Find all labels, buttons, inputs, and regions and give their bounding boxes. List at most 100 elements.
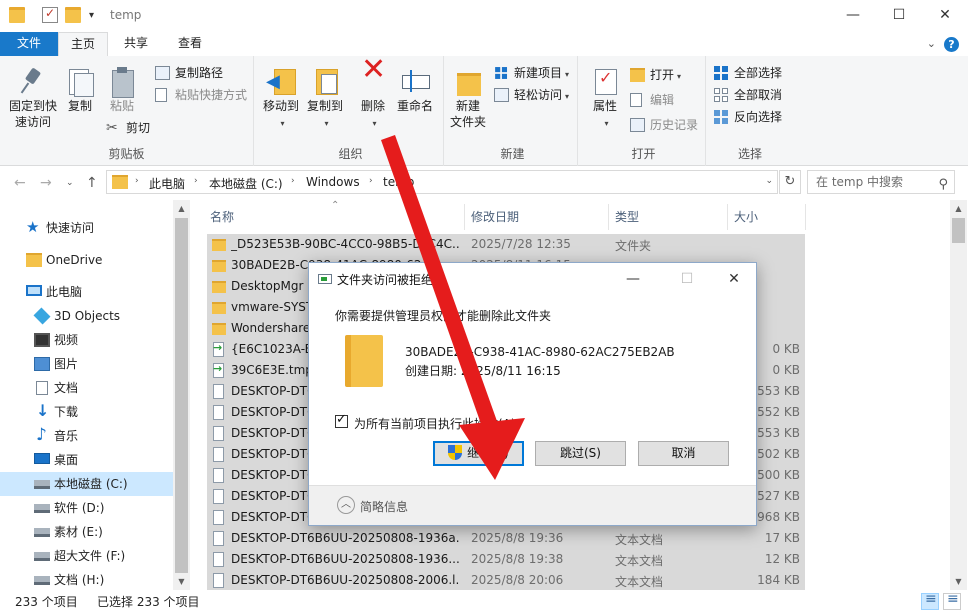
new-item-button[interactable]: 新建项目 ▾ — [494, 63, 569, 83]
dialog-minimize-button[interactable]: — — [615, 266, 651, 292]
column-header-date[interactable]: 修改日期 — [471, 204, 519, 230]
open-button[interactable]: 打开 ▾ — [630, 65, 681, 85]
nav-item-music[interactable]: 音乐 — [0, 423, 173, 448]
apply-all-checkbox[interactable] — [335, 412, 348, 428]
column-header-name[interactable]: 名称 — [210, 204, 234, 230]
search-icon[interactable]: ⚲ — [938, 174, 948, 196]
tab-file[interactable]: 文件 — [0, 32, 58, 56]
chevron-right-icon[interactable]: › — [135, 176, 139, 186]
file-row[interactable]: DESKTOP-DT6B6UU-20250808-1936... 2025/8/8… — [207, 549, 805, 570]
tab-view[interactable]: 查看 — [164, 32, 216, 56]
history-button[interactable]: 历史记录 — [630, 115, 698, 135]
select-none-button[interactable]: 全部取消 — [714, 85, 782, 105]
ribbon-collapse-icon[interactable]: ⌄ — [927, 37, 936, 50]
rename-button[interactable]: 重命名 — [394, 66, 436, 114]
chevron-right-icon[interactable]: › — [194, 176, 198, 186]
nav-item-documents[interactable]: 文档 — [0, 376, 173, 400]
move-to-button[interactable]: 移动到 ▾ — [260, 66, 302, 132]
new-folder-button[interactable]: 新建 文件夹 — [448, 66, 488, 130]
continue-button[interactable]: 继续(C) — [433, 441, 524, 466]
scrollbar-thumb[interactable] — [175, 218, 188, 573]
column-header-type[interactable]: 类型 — [615, 204, 639, 230]
nav-item-local-disk-c[interactable]: 本地磁盘 (C:) — [0, 472, 173, 496]
column-divider[interactable] — [464, 204, 465, 230]
properties-quick-icon[interactable] — [42, 6, 58, 23]
chevron-right-icon[interactable]: › — [369, 176, 373, 186]
breadcrumb-this-pc[interactable]: 此电脑 — [149, 175, 185, 192]
invert-selection-button[interactable]: 反向选择 — [714, 107, 782, 127]
scrollbar-thumb[interactable] — [952, 218, 965, 243]
nav-item-drive-f[interactable]: 超大文件 (F:) — [0, 544, 173, 568]
close-button[interactable]: ✕ — [922, 0, 968, 32]
dialog-title: 文件夹访问被拒绝 — [337, 273, 434, 287]
nav-item-downloads[interactable]: 下载 — [0, 399, 173, 424]
search-box[interactable]: ⚲ — [807, 170, 955, 194]
scroll-up-icon[interactable]: ▲ — [950, 200, 967, 217]
tab-home[interactable]: 主页 — [58, 32, 108, 56]
address-dropdown-icon[interactable]: ⌄ — [765, 176, 773, 186]
dialog-close-button[interactable]: ✕ — [716, 266, 752, 292]
scroll-up-icon[interactable]: ▲ — [173, 200, 190, 217]
file-row[interactable]: _D523E53B-90BC-4CC0-98B5-D_C4C... 2025/7/… — [207, 234, 805, 255]
minimize-button[interactable]: — — [830, 0, 876, 32]
nav-item-onedrive[interactable]: OneDrive — [0, 248, 173, 272]
dialog-footer: ︿ 简略信息 — [309, 485, 756, 525]
scroll-down-icon[interactable]: ▼ — [173, 573, 190, 590]
breadcrumb-temp[interactable]: temp — [383, 175, 414, 189]
column-divider[interactable] — [805, 204, 806, 230]
file-list-scrollbar[interactable]: ▲ ▼ — [950, 200, 967, 590]
chevron-right-icon[interactable]: › — [291, 176, 295, 186]
nav-item-videos[interactable]: 视频 — [0, 328, 173, 352]
column-divider[interactable] — [727, 204, 728, 230]
copy-path-button[interactable]: 复制路径 — [155, 63, 223, 83]
copy-to-button[interactable]: 复制到 ▾ — [304, 66, 346, 132]
tab-share[interactable]: 共享 — [110, 32, 162, 56]
scroll-down-icon[interactable]: ▼ — [950, 573, 967, 590]
refresh-button[interactable]: ↻ — [779, 170, 801, 194]
quick-access-dropdown-icon[interactable]: ▾ — [89, 10, 94, 21]
breadcrumb-local-disk-c[interactable]: 本地磁盘 (C:) — [209, 175, 283, 192]
column-header-size[interactable]: 大小 — [734, 204, 758, 230]
nav-item-quick-access[interactable]: 快速访问 — [0, 215, 173, 240]
text-file-icon — [213, 510, 224, 525]
nav-pane-scrollbar[interactable]: ▲ ▼ — [173, 200, 190, 590]
back-arrow-icon[interactable]: ← — [14, 175, 26, 191]
select-all-button[interactable]: 全部选择 — [714, 63, 782, 83]
nav-item-drive-e[interactable]: 素材 (E:) — [0, 520, 173, 544]
file-row[interactable]: DESKTOP-DT6B6UU-20250808-1936a... 2025/8/… — [207, 528, 805, 549]
copy-button[interactable]: 复制 — [62, 66, 98, 114]
nav-item-drive-h[interactable]: 文档 (H:) — [0, 568, 173, 592]
search-input[interactable] — [816, 175, 926, 189]
file-row[interactable]: DESKTOP-DT6B6UU-20250808-2006.l... 2025/8… — [207, 570, 805, 590]
paste-button[interactable]: 粘贴 — [104, 66, 140, 114]
column-divider[interactable] — [608, 204, 609, 230]
delete-button[interactable]: 删除 ▾ — [354, 62, 392, 132]
edit-button[interactable]: 编辑 — [630, 90, 674, 110]
paste-shortcut-button[interactable]: 粘贴快捷方式 — [155, 85, 247, 105]
large-icons-view-icon[interactable] — [943, 591, 961, 610]
nav-item-pictures[interactable]: 图片 — [0, 352, 173, 376]
fewer-details-link[interactable]: 简略信息 — [360, 498, 408, 515]
nav-item-desktop[interactable]: 桌面 — [0, 448, 173, 472]
apply-all-label[interactable]: 为所有当前项目执行此操作(A) — [354, 415, 516, 432]
up-arrow-icon[interactable]: ↑ — [86, 175, 98, 191]
details-view-icon[interactable] — [921, 591, 939, 610]
new-folder-quick-icon[interactable] — [65, 7, 81, 23]
forward-arrow-icon[interactable]: → — [40, 175, 52, 191]
cut-button[interactable]: 剪切 — [106, 118, 150, 138]
maximize-button[interactable]: ☐ — [876, 0, 922, 32]
nav-item-drive-d[interactable]: 软件 (D:) — [0, 496, 173, 520]
breadcrumb-windows[interactable]: Windows — [306, 175, 360, 189]
cancel-button[interactable]: 取消 — [638, 441, 729, 466]
address-bar[interactable]: › 此电脑 › 本地磁盘 (C:) › Windows › temp ⌄ — [106, 170, 778, 194]
help-icon[interactable]: ? — [944, 37, 959, 52]
skip-button[interactable]: 跳过(S) — [535, 441, 626, 466]
nav-item-3d-objects[interactable]: 3D Objects — [0, 304, 173, 328]
recent-locations-chevron-icon[interactable]: ⌄ — [66, 178, 74, 188]
properties-button[interactable]: 属性 ▾ — [586, 66, 624, 132]
easy-access-button[interactable]: 轻松访问 ▾ — [494, 85, 569, 105]
pin-quick-access-button[interactable]: 固定到快 速访问 — [6, 66, 60, 130]
video-icon — [34, 333, 50, 347]
nav-item-this-pc[interactable]: 此电脑 — [0, 280, 173, 304]
chevron-up-icon[interactable]: ︿ — [337, 496, 355, 514]
